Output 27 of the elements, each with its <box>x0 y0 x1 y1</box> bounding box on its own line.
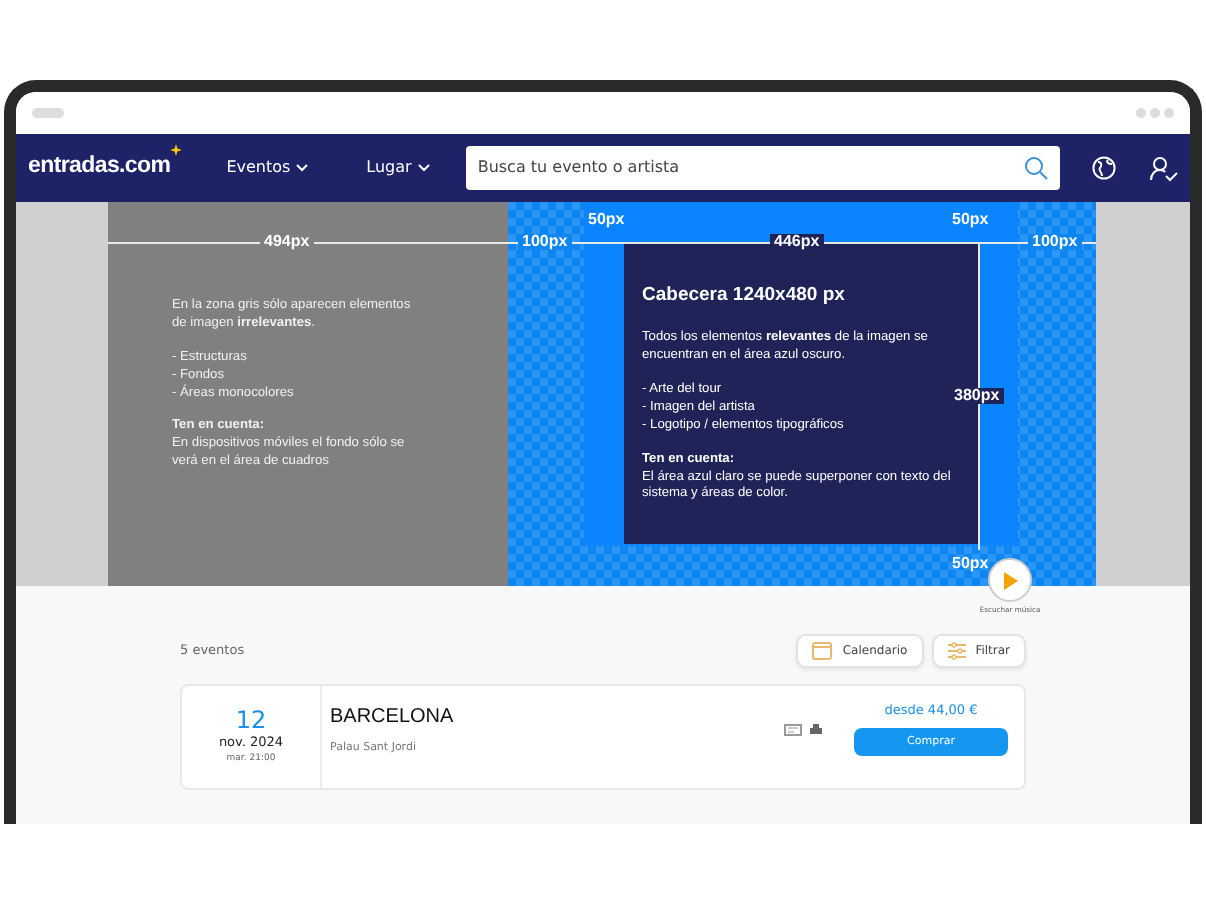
dimension-label: 50px <box>950 212 991 228</box>
nav-menu[interactable]: Lugar <box>366 156 430 180</box>
dimension-label: 494px <box>260 234 314 250</box>
dimension-label: 50px <box>586 212 627 228</box>
globe-icon[interactable] <box>1092 156 1116 180</box>
logo[interactable]: entradas.com <box>28 150 177 186</box>
search-icon[interactable] <box>1024 156 1048 180</box>
event-city: BARCELONA <box>330 704 456 732</box>
dimension-label: 100px <box>1028 234 1082 250</box>
printer-icon <box>810 723 822 735</box>
chevron-icon <box>417 164 430 172</box>
chevron-icon <box>296 164 309 172</box>
user-check-icon[interactable] <box>1150 155 1178 181</box>
event-day: 12 <box>235 707 267 734</box>
calendar-icon <box>812 642 833 660</box>
dimension-label: 50px <box>950 556 991 572</box>
sparkle-icon <box>170 144 183 157</box>
dimension-label: 380px <box>950 388 1004 404</box>
search-field[interactable]: Busca tu evento o artista <box>465 146 1060 190</box>
window-controls <box>1136 108 1174 118</box>
dimension-label: 100px <box>518 234 572 250</box>
play-icon <box>1002 571 1018 589</box>
dimension-label: 446px <box>770 234 824 250</box>
sliders-icon <box>947 642 966 660</box>
header-title: Cabecera 1240x480 px <box>642 282 847 310</box>
nav-menu[interactable]: Eventos <box>226 156 309 180</box>
ticket-icon <box>784 723 802 735</box>
